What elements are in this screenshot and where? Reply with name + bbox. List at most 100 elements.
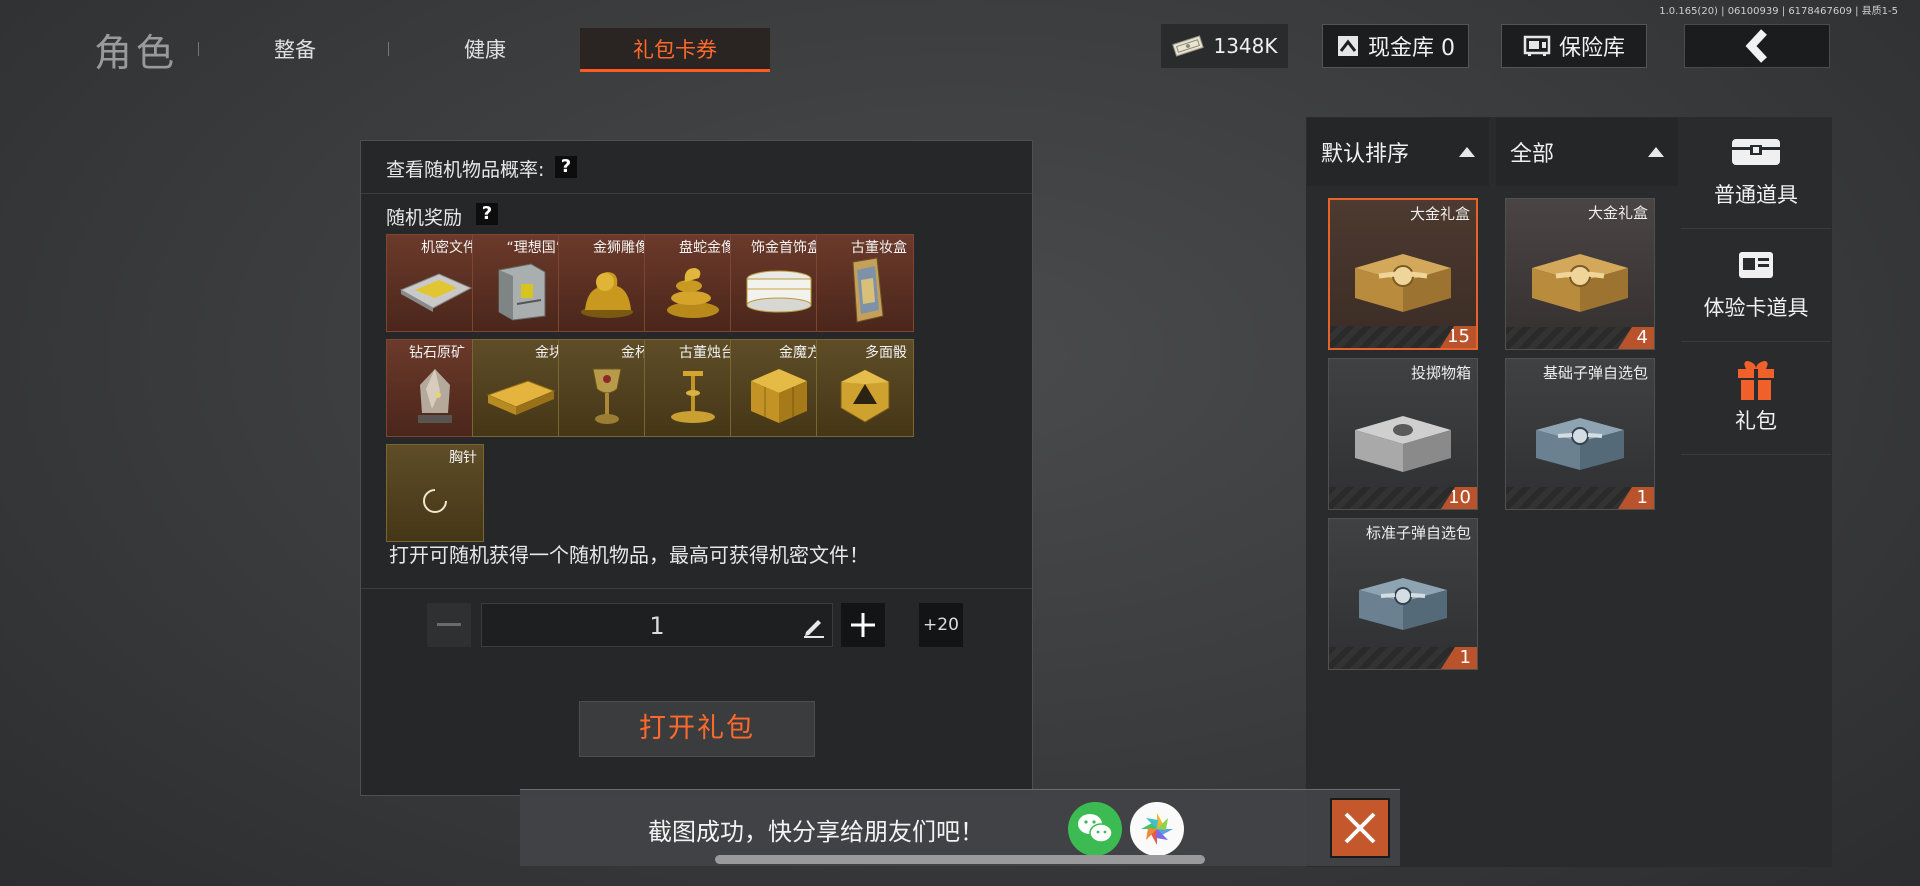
quantity-value: 1	[649, 612, 665, 640]
gold-cup-icon	[592, 368, 622, 424]
gold-gift-box-icon	[1355, 253, 1451, 312]
item-name: 基础子弹自选包	[1542, 364, 1648, 382]
throwable-crate-icon	[1355, 416, 1451, 472]
caret-up-icon	[1459, 147, 1475, 157]
reward-label: 多面骰	[865, 345, 907, 361]
reward-label: 机密文件	[421, 240, 477, 256]
category-label: 礼包	[1735, 409, 1777, 433]
reward-item[interactable]: 金杯	[558, 339, 656, 437]
loading-spinner-icon	[423, 488, 447, 513]
caret-up-icon	[1648, 147, 1664, 157]
money-display[interactable]: 1348K	[1161, 24, 1288, 68]
tab-divider	[198, 42, 199, 56]
reward-item[interactable]: 古董烛台	[644, 339, 742, 437]
antique-case-icon	[852, 257, 884, 323]
decrease-quantity-button[interactable]	[427, 603, 471, 647]
gold-lion-statue-icon	[581, 271, 633, 318]
close-icon	[1344, 812, 1376, 844]
home-indicator-bar[interactable]	[715, 855, 1205, 864]
category-label: 普通道具	[1714, 183, 1798, 207]
open-gift-label: 打开礼包	[639, 713, 755, 744]
tab-gift-cards[interactable]: 礼包卡券	[580, 28, 770, 72]
safe-icon	[1523, 35, 1551, 56]
cash-vault-label: 现金库 0	[1368, 36, 1455, 61]
divider	[361, 588, 1032, 589]
gift-icon	[1738, 361, 1774, 400]
tab-divider	[388, 42, 389, 56]
reward-item[interactable]: 盘蛇金像	[644, 234, 742, 332]
category-trial-cards[interactable]: 体验卡道具	[1681, 230, 1831, 342]
pencil-icon	[804, 620, 824, 638]
gift-description: 打开可随机获得一个随机物品，最高可获得机密文件！	[389, 543, 869, 567]
reward-label: “理想国”	[506, 240, 563, 256]
reward-item[interactable]: 多面骰	[816, 339, 914, 437]
cash-vault-icon	[1338, 36, 1358, 56]
secret-document-icon	[399, 273, 473, 312]
reward-item[interactable]: 金块	[472, 339, 570, 437]
back-button[interactable]	[1684, 24, 1830, 68]
rewards-help-icon[interactable]: ?	[476, 203, 498, 225]
toast-message: 截图成功，快分享给朋友们吧！	[648, 818, 984, 846]
banknote-icon	[1172, 35, 1205, 57]
reward-label: 盘蛇金像	[679, 240, 735, 256]
gift-box-dialog: 查看随机物品概率: ? 随机奖励 ? 机密文件 “理想国” 金狮雕像 盘蛇金像	[360, 140, 1033, 796]
tab-health[interactable]: 健康	[430, 28, 540, 72]
sort-dropdown[interactable]: 默认排序	[1307, 118, 1489, 186]
reward-label: 饰金首饰盒	[751, 240, 821, 256]
wechat-share-button[interactable]	[1068, 802, 1122, 856]
reward-item[interactable]: 古董妆盒	[816, 234, 914, 332]
gold-cube-icon	[751, 368, 807, 423]
toast-close-button[interactable]	[1330, 798, 1390, 858]
insurance-vault-button[interactable]: 保险库	[1501, 24, 1647, 68]
reward-item[interactable]: 机密文件	[386, 234, 484, 332]
back-arrow-icon	[1745, 29, 1767, 63]
reward-item[interactable]: 金魔方	[730, 339, 828, 437]
item-name: 投掷物箱	[1410, 364, 1471, 382]
tab-equipment[interactable]: 整备	[240, 28, 350, 72]
item-name: 大金礼盒	[1587, 204, 1648, 222]
moments-share-button[interactable]	[1130, 802, 1184, 856]
inventory-item[interactable]: 基础子弹自选包 1	[1505, 358, 1655, 510]
version-label: 1.0.165(20) | 06100939 | 6178467609 | 县质…	[1659, 6, 1898, 17]
category-sidebar: 普通道具 体验卡道具 礼包	[1681, 117, 1831, 867]
raw-diamond-icon	[418, 368, 452, 423]
reward-label: 胸针	[449, 450, 477, 466]
sort-label: 默认排序	[1321, 142, 1410, 167]
probability-row[interactable]: 查看随机物品概率: ?	[361, 141, 1032, 194]
quantity-input[interactable]: 1	[481, 603, 833, 647]
inventory-item[interactable]: 标准子弹自选包 1	[1328, 518, 1478, 670]
category-normal-items[interactable]: 普通道具	[1681, 117, 1831, 229]
insurance-vault-label: 保险库	[1558, 36, 1625, 61]
wechat-icon	[1078, 814, 1113, 843]
plus-20-label: +20	[923, 615, 959, 635]
plus-icon	[851, 613, 875, 637]
inventory-item[interactable]: 投掷物箱 10	[1328, 358, 1478, 510]
cash-vault-button[interactable]: 现金库 0	[1322, 24, 1469, 68]
polyhedral-dice-icon	[840, 369, 890, 423]
item-name: 标准子弹自选包	[1365, 524, 1471, 542]
reward-item[interactable]: 胸针	[386, 444, 484, 542]
filter-dropdown[interactable]: 全部	[1496, 118, 1678, 186]
reward-item[interactable]: “理想国”	[472, 234, 570, 332]
inventory-item[interactable]: 大金礼盒 15	[1328, 198, 1478, 350]
inventory-item[interactable]: 大金礼盒 4	[1505, 198, 1655, 350]
jewelry-box-icon	[746, 270, 812, 313]
ammo-box-icon	[1359, 578, 1447, 630]
server-case-icon	[498, 263, 546, 321]
gold-gift-box-icon	[1532, 254, 1628, 312]
probability-help-icon[interactable]: ?	[555, 156, 577, 178]
page-title: 角色	[94, 31, 179, 75]
plus-20-button[interactable]: +20	[919, 603, 963, 647]
increase-quantity-button[interactable]	[841, 603, 885, 647]
filter-label: 全部	[1510, 142, 1555, 167]
reward-label: 金魔方	[779, 345, 821, 361]
candlestick-icon	[671, 370, 715, 423]
reward-item[interactable]: 饰金首饰盒	[730, 234, 828, 332]
tab-label: 礼包卡券	[633, 38, 717, 62]
reward-label: 金狮雕像	[593, 240, 649, 256]
category-gift-packs[interactable]: 礼包	[1681, 343, 1831, 455]
ammo-box-icon	[1536, 418, 1624, 470]
reward-item[interactable]: 金狮雕像	[558, 234, 656, 332]
open-gift-button[interactable]: 打开礼包	[579, 701, 815, 757]
reward-item[interactable]: 钻石原矿	[386, 339, 484, 437]
